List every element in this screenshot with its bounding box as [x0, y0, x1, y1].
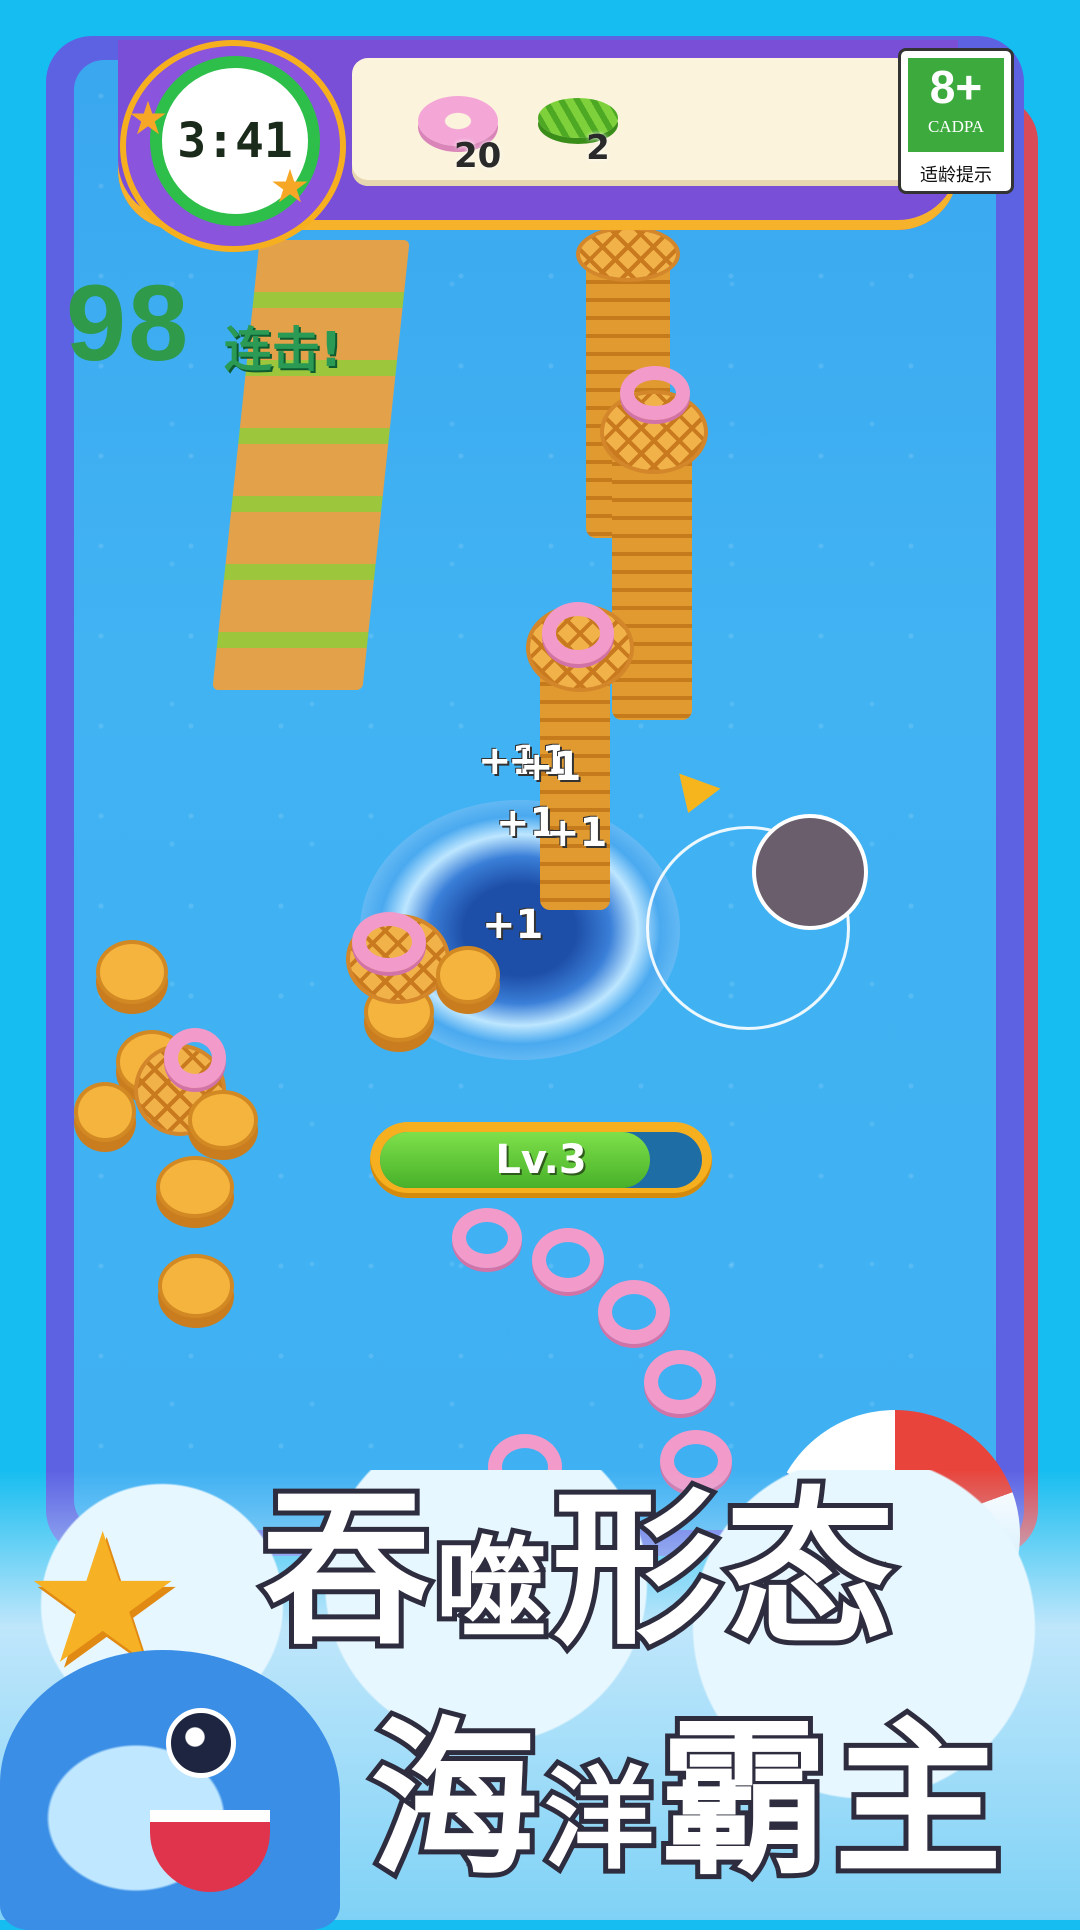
level-label: Lv.3: [495, 1137, 587, 1183]
pink-donut-pickup: [452, 1208, 522, 1268]
shark-eye: [166, 1708, 236, 1778]
pink-donut-pickup: [542, 602, 614, 664]
donut-counter: 20: [414, 96, 501, 176]
score-popup: +1: [520, 744, 582, 790]
score-popup: +1: [546, 810, 608, 856]
score-popup: +1: [482, 902, 544, 948]
age-rating-badge: 8+ CADPA 适龄提示: [898, 48, 1014, 194]
donut-count: 20: [454, 136, 502, 176]
coin-stack: [156, 1156, 234, 1218]
score-counter: 98: [66, 262, 191, 383]
coin-stack: [96, 940, 168, 1004]
promo-slogan-line2: 海洋霸主: [365, 1697, 1008, 1920]
lettuce-counter: 2: [538, 98, 618, 168]
lettuce-count: 2: [586, 128, 610, 168]
slogan-char: 形态: [547, 1467, 900, 1673]
promo-slogan-line1: 吞噬形态: [257, 1467, 900, 1690]
pink-donut-pickup: [352, 912, 426, 972]
pink-donut-pickup: [620, 366, 690, 420]
joystick-knob[interactable]: [752, 814, 868, 930]
slogan-char: 霸主: [655, 1697, 1008, 1903]
age-rating-org: CADPA: [927, 117, 985, 136]
pink-donut-pickup: [164, 1028, 226, 1088]
coin-stack: [188, 1090, 258, 1150]
slogan-char: 吞: [257, 1467, 436, 1673]
age-rating-label: 8+: [929, 61, 983, 113]
pink-donut-pickup: [644, 1350, 716, 1414]
coin-stack: [158, 1254, 234, 1318]
star-icon: ★: [269, 159, 311, 213]
slogan-char: 海: [365, 1697, 544, 1903]
star-icon: ★: [127, 91, 169, 145]
coin-stack: [436, 946, 500, 1004]
age-rating-tip: 适龄提示: [920, 165, 992, 186]
combo-label: 连击!: [224, 322, 342, 378]
pink-donut-pickup: [598, 1280, 670, 1344]
slogan-char: 噬: [431, 1521, 552, 1659]
slogan-char: 洋: [539, 1751, 660, 1889]
pink-donut-pickup: [532, 1228, 604, 1292]
level-progress-bar: Lv.3: [370, 1122, 712, 1198]
age-rating-box: 8+ CADPA: [908, 58, 1004, 152]
waffle-top: [576, 226, 680, 282]
coin-stack: [74, 1082, 136, 1142]
